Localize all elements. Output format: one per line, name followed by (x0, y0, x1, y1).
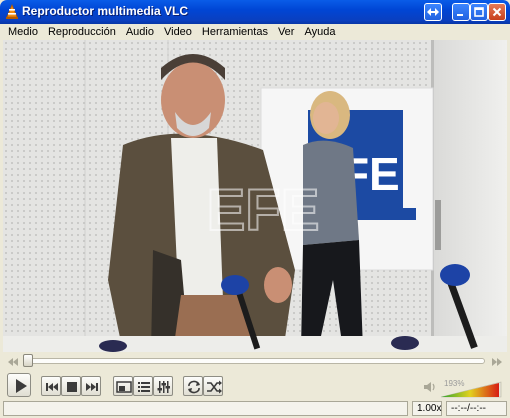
minimize-icon (457, 14, 463, 16)
fast-forward-icon[interactable] (491, 357, 503, 367)
menu-video[interactable]: Video (159, 26, 197, 38)
fullscreen-button[interactable] (113, 376, 133, 396)
status-bar: 1.00x --:--/--:-- (3, 401, 507, 416)
menu-audio[interactable]: Audio (121, 26, 159, 38)
switch-mode-button[interactable] (424, 3, 442, 21)
extended-settings-button[interactable] (153, 376, 173, 396)
controls-bar: 193% (3, 372, 507, 400)
loop-icon (188, 380, 200, 394)
seek-slider-handle[interactable] (23, 354, 33, 367)
close-button[interactable] (488, 3, 506, 21)
stop-icon (67, 382, 77, 392)
video-watermark: EFE (207, 178, 320, 243)
volume-slider[interactable] (439, 376, 503, 398)
seek-row (3, 354, 507, 370)
playlist-icon (138, 382, 150, 392)
status-message (3, 401, 408, 416)
minimize-button[interactable] (452, 3, 470, 21)
maximize-button[interactable] (470, 3, 488, 21)
menu-reproduccion[interactable]: Reproducción (43, 26, 121, 38)
fullscreen-icon (116, 381, 132, 393)
play-icon (16, 379, 27, 393)
next-button[interactable] (81, 376, 101, 396)
loop-button[interactable] (183, 376, 203, 396)
close-icon (492, 7, 502, 17)
seek-slider[interactable] (23, 358, 485, 364)
shuffle-button[interactable] (203, 376, 223, 396)
volume-icon[interactable] (423, 380, 437, 394)
window-title: Reproductor multimedia VLC (22, 4, 189, 18)
previous-button[interactable] (41, 376, 61, 396)
video-picture: EFE EFE (3, 40, 507, 352)
playlist-button[interactable] (133, 376, 153, 396)
time-display[interactable]: --:--/--:-- (446, 401, 507, 416)
play-button[interactable] (7, 373, 31, 397)
menu-ayuda[interactable]: Ayuda (299, 26, 340, 38)
vlc-cone-icon (6, 4, 18, 19)
menu-herramientas[interactable]: Herramientas (197, 26, 273, 38)
rewind-icon[interactable] (7, 357, 19, 367)
video-frame[interactable]: EFE EFE (3, 40, 507, 352)
playback-speed[interactable]: 1.00x (412, 401, 442, 416)
extended-settings-icon (157, 381, 170, 393)
stop-button[interactable] (61, 376, 81, 396)
next-icon (86, 383, 98, 391)
menu-bar: Medio Reproducción Audio Video Herramien… (3, 24, 507, 39)
previous-icon (46, 383, 58, 391)
title-bar: Reproductor multimedia VLC (0, 0, 510, 24)
menu-ver[interactable]: Ver (273, 26, 300, 38)
shuffle-icon (207, 380, 222, 394)
menu-medio[interactable]: Medio (3, 26, 43, 38)
resize-arrows-icon (427, 8, 439, 16)
maximize-icon (474, 7, 484, 17)
